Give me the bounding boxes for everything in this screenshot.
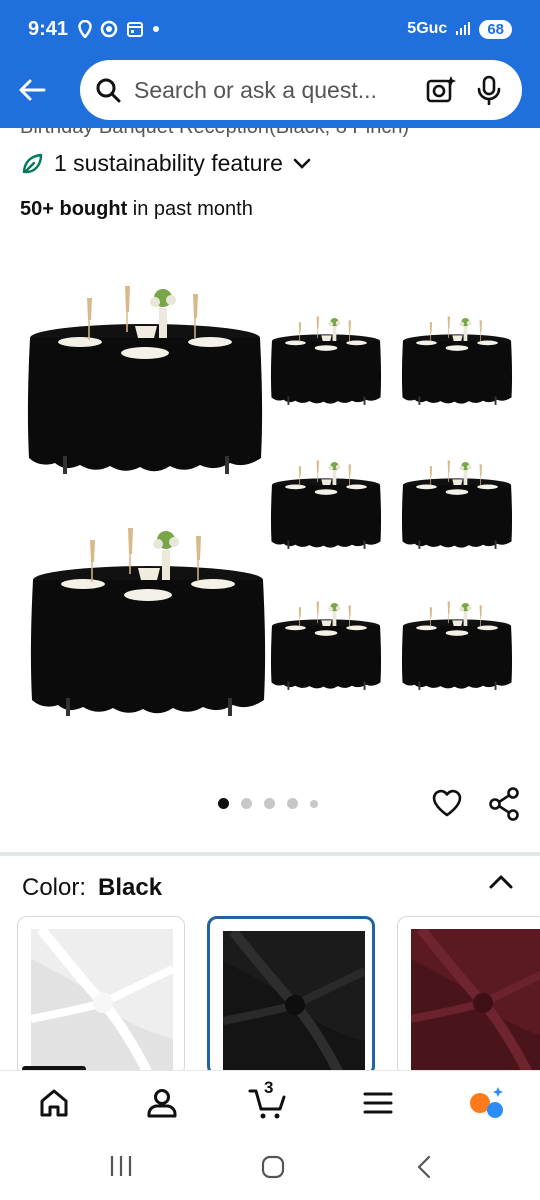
color-selector-header[interactable]: Color: Black [22,874,522,902]
carousel-dot[interactable] [218,798,229,809]
color-value: Black [98,874,163,901]
carousel-dot[interactable] [287,798,298,809]
product-title-cutoff: Birthday Banquet Reception(Black, 8 Pinc… [20,128,540,138]
search-icon [96,78,121,103]
status-bar: 9:41 5Guc 68 [0,0,540,58]
record-icon [100,20,118,38]
back-chevron-icon[interactable] [414,1154,434,1180]
menu-icon[interactable] [358,1083,398,1123]
carousel-dot[interactable] [241,798,252,809]
battery-badge: 68 [479,19,512,39]
color-label: Color: [22,874,87,901]
leaf-icon [22,153,43,173]
bought-count: 50+ bought [20,198,128,220]
mic-icon[interactable] [476,75,502,105]
signal-icon [456,22,471,35]
swatch-burgundy[interactable] [397,916,540,1076]
product-image[interactable] [0,240,540,780]
home-icon[interactable] [34,1083,74,1123]
dot-icon [153,26,160,32]
sustainability-feature[interactable]: 1 sustainability feature [20,150,311,177]
cart-count: 3 [264,1078,274,1097]
table-small-3 [270,460,382,550]
bought-suffix: in past month [127,198,253,220]
section-divider [0,852,540,856]
rufus-icon[interactable] [466,1083,506,1123]
system-nav [0,1132,540,1200]
sustainability-label: 1 sustainability feature [54,150,283,176]
carousel-dot[interactable] [264,798,275,809]
table-small-4 [401,460,513,550]
table-small-6 [401,601,513,691]
search-bar[interactable]: Search or ask a quest... [80,60,522,120]
status-time: 9:41 [28,17,69,40]
fabric-burgundy-image [411,929,540,1075]
swatch-white[interactable] [17,916,185,1076]
carousel-dot[interactable] [310,799,318,808]
table-small-1 [270,316,382,406]
search-input[interactable]: Search or ask a quest... [134,77,426,104]
swatch-black[interactable] [207,916,375,1076]
network-label: 5Guc [407,20,448,37]
table-large-top [27,285,263,475]
calendar-icon [127,22,144,37]
camera-sparkle-icon[interactable] [426,75,456,105]
chevron-down-icon [293,158,311,169]
account-icon[interactable] [142,1083,182,1123]
location-icon [78,20,92,38]
heart-icon[interactable] [430,786,464,820]
share-icon[interactable] [487,786,521,822]
back-arrow-icon[interactable] [14,72,50,108]
table-large-bottom [30,527,266,717]
chevron-up-icon[interactable] [488,872,514,892]
fabric-white-image [31,929,173,1075]
recents-icon[interactable] [108,1154,134,1178]
bought-in-past-month: 50+ bought in past month [20,198,253,221]
home-circle-icon[interactable] [260,1154,286,1180]
table-small-5 [270,601,382,691]
app-header: Search or ask a quest... [0,58,540,128]
table-small-2 [401,316,513,406]
carousel-dots[interactable] [218,798,318,809]
fabric-black-image [223,931,365,1073]
